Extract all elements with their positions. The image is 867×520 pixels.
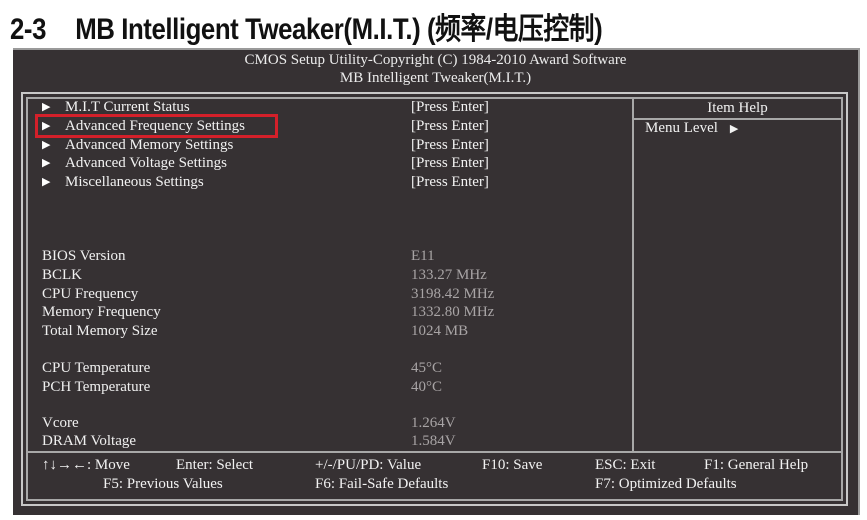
info-label-pch-temperature: PCH Temperature <box>42 379 151 395</box>
hint-failsafe-defaults: F6: Fail-Safe Defaults <box>315 476 449 492</box>
bios-frame-inner: ▶ M.I.T Current Status [Press Enter] ▶ A… <box>26 97 843 501</box>
info-label-bios-version: BIOS Version <box>42 248 126 264</box>
bios-page-title: MB Intelligent Tweaker(M.I.T.) <box>339 70 532 86</box>
menu-item-label: Miscellaneous Settings <box>65 174 204 190</box>
section-number: 2-3 <box>10 13 46 46</box>
document-heading: 2-3 MB Intelligent Tweaker(M.I.T.) (频率/电压… <box>10 4 603 48</box>
hint-general-help: F1: General Help <box>704 457 809 473</box>
help-divider <box>632 99 634 451</box>
info-label-dram-voltage: DRAM Voltage <box>42 433 137 449</box>
triangle-right-icon: ▶ <box>42 157 51 169</box>
triangle-right-icon: ▶ <box>42 139 51 151</box>
menu-item-value: [Press Enter] <box>411 174 489 190</box>
selection-highlight-box <box>35 114 278 138</box>
hint-previous-values: F5: Previous Values <box>103 476 223 492</box>
info-value-cpu-temperature: 45°C <box>411 360 443 376</box>
menu-item-label: Advanced Voltage Settings <box>65 155 227 171</box>
bios-copyright-line: CMOS Setup Utility-Copyright (C) 1984-20… <box>244 52 627 68</box>
menu-item-value: [Press Enter] <box>411 118 489 134</box>
info-label-bclk: BCLK <box>42 267 83 283</box>
info-value-pch-temperature: 40°C <box>411 379 443 395</box>
info-label-cpu-temperature: CPU Temperature <box>42 360 151 376</box>
info-value-cpu-frequency: 3198.42 MHz <box>411 286 495 302</box>
menu-item-value: [Press Enter] <box>411 99 489 115</box>
hint-value: +/-/PU/PD: Value <box>315 457 422 473</box>
hint-save: F10: Save <box>482 457 543 473</box>
info-label-vcore: Vcore <box>42 415 79 431</box>
menu-level-label: Menu Level <box>645 120 718 136</box>
menu-item-label: Advanced Memory Settings <box>65 137 234 153</box>
menu-item-value: [Press Enter] <box>411 155 489 171</box>
menu-item-advanced-memory-settings[interactable]: ▶ Advanced Memory Settings [Press Enter] <box>28 136 628 154</box>
hint-move: ↑↓→←: Move <box>42 457 130 473</box>
section-title: MB Intelligent Tweaker(M.I.T.) (频率/电压控制) <box>75 13 603 46</box>
menu-level-indicator: Menu Level ▶ <box>645 120 738 137</box>
info-value-dram-voltage: 1.584V <box>411 433 456 449</box>
info-label-total-memory-size: Total Memory Size <box>42 323 158 339</box>
hint-optimized-defaults: F7: Optimized Defaults <box>595 476 737 492</box>
triangle-right-icon: ▶ <box>42 176 51 188</box>
info-label-cpu-frequency: CPU Frequency <box>42 286 139 302</box>
bios-screen: CMOS Setup Utility-Copyright (C) 1984-20… <box>13 48 860 515</box>
triangle-right-icon: ▶ <box>729 123 739 135</box>
menu-item-advanced-voltage-settings[interactable]: ▶ Advanced Voltage Settings [Press Enter… <box>28 154 628 172</box>
hint-exit: ESC: Exit <box>595 457 656 473</box>
info-label-memory-frequency: Memory Frequency <box>42 304 161 320</box>
menu-item-value: [Press Enter] <box>411 137 489 153</box>
bios-frame: ▶ M.I.T Current Status [Press Enter] ▶ A… <box>21 92 848 506</box>
footer-divider <box>28 451 841 453</box>
menu-item-miscellaneous-settings[interactable]: ▶ Miscellaneous Settings [Press Enter] <box>28 173 628 191</box>
hint-select: Enter: Select <box>176 457 254 473</box>
info-value-bclk: 133.27 MHz <box>411 267 487 283</box>
info-value-bios-version: E11 <box>411 248 435 264</box>
info-value-memory-frequency: 1332.80 MHz <box>411 304 495 320</box>
info-value-vcore: 1.264V <box>411 415 456 431</box>
info-value-total-memory-size: 1024 MB <box>411 323 469 339</box>
item-help-title: Item Help <box>707 100 768 116</box>
